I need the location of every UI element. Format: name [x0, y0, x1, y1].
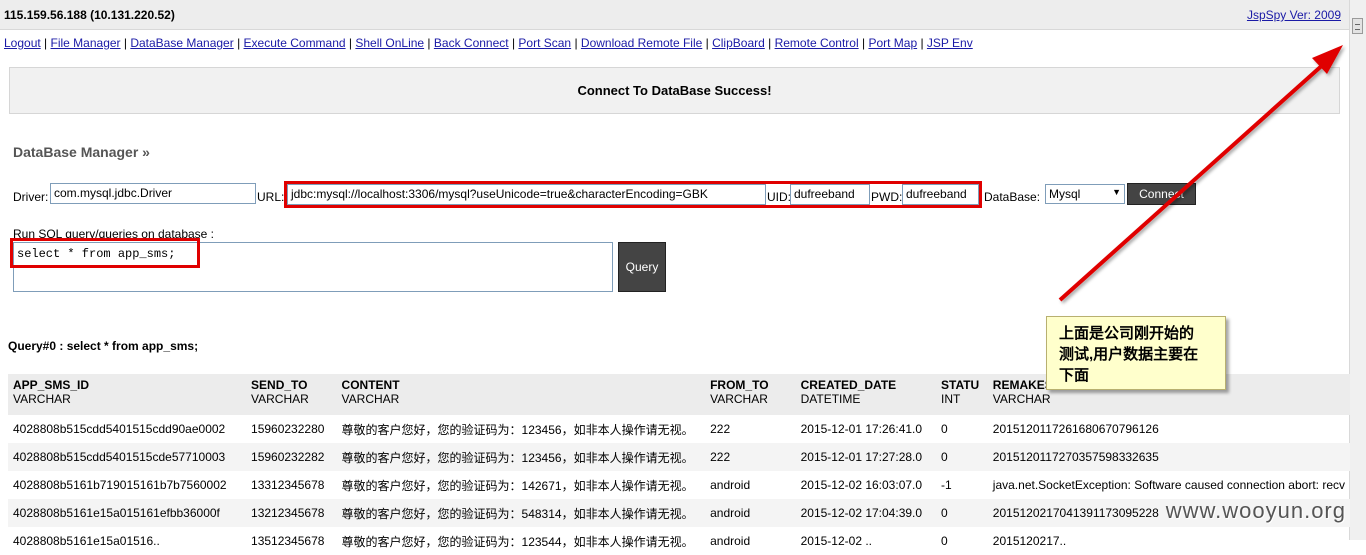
watermark: www.wooyun.org [1165, 498, 1346, 523]
annotation-line: 测试,用户数据主要在 [1059, 346, 1199, 363]
annotation-line: 下面 [1059, 367, 1090, 384]
annotation-arrow [1058, 45, 1343, 302]
annotation-line: 上面是公司刚开始的 [1059, 325, 1195, 342]
arrow-line [1058, 60, 1328, 302]
annotation-note: 上面是公司刚开始的 测试,用户数据主要在 下面 [1046, 316, 1226, 390]
